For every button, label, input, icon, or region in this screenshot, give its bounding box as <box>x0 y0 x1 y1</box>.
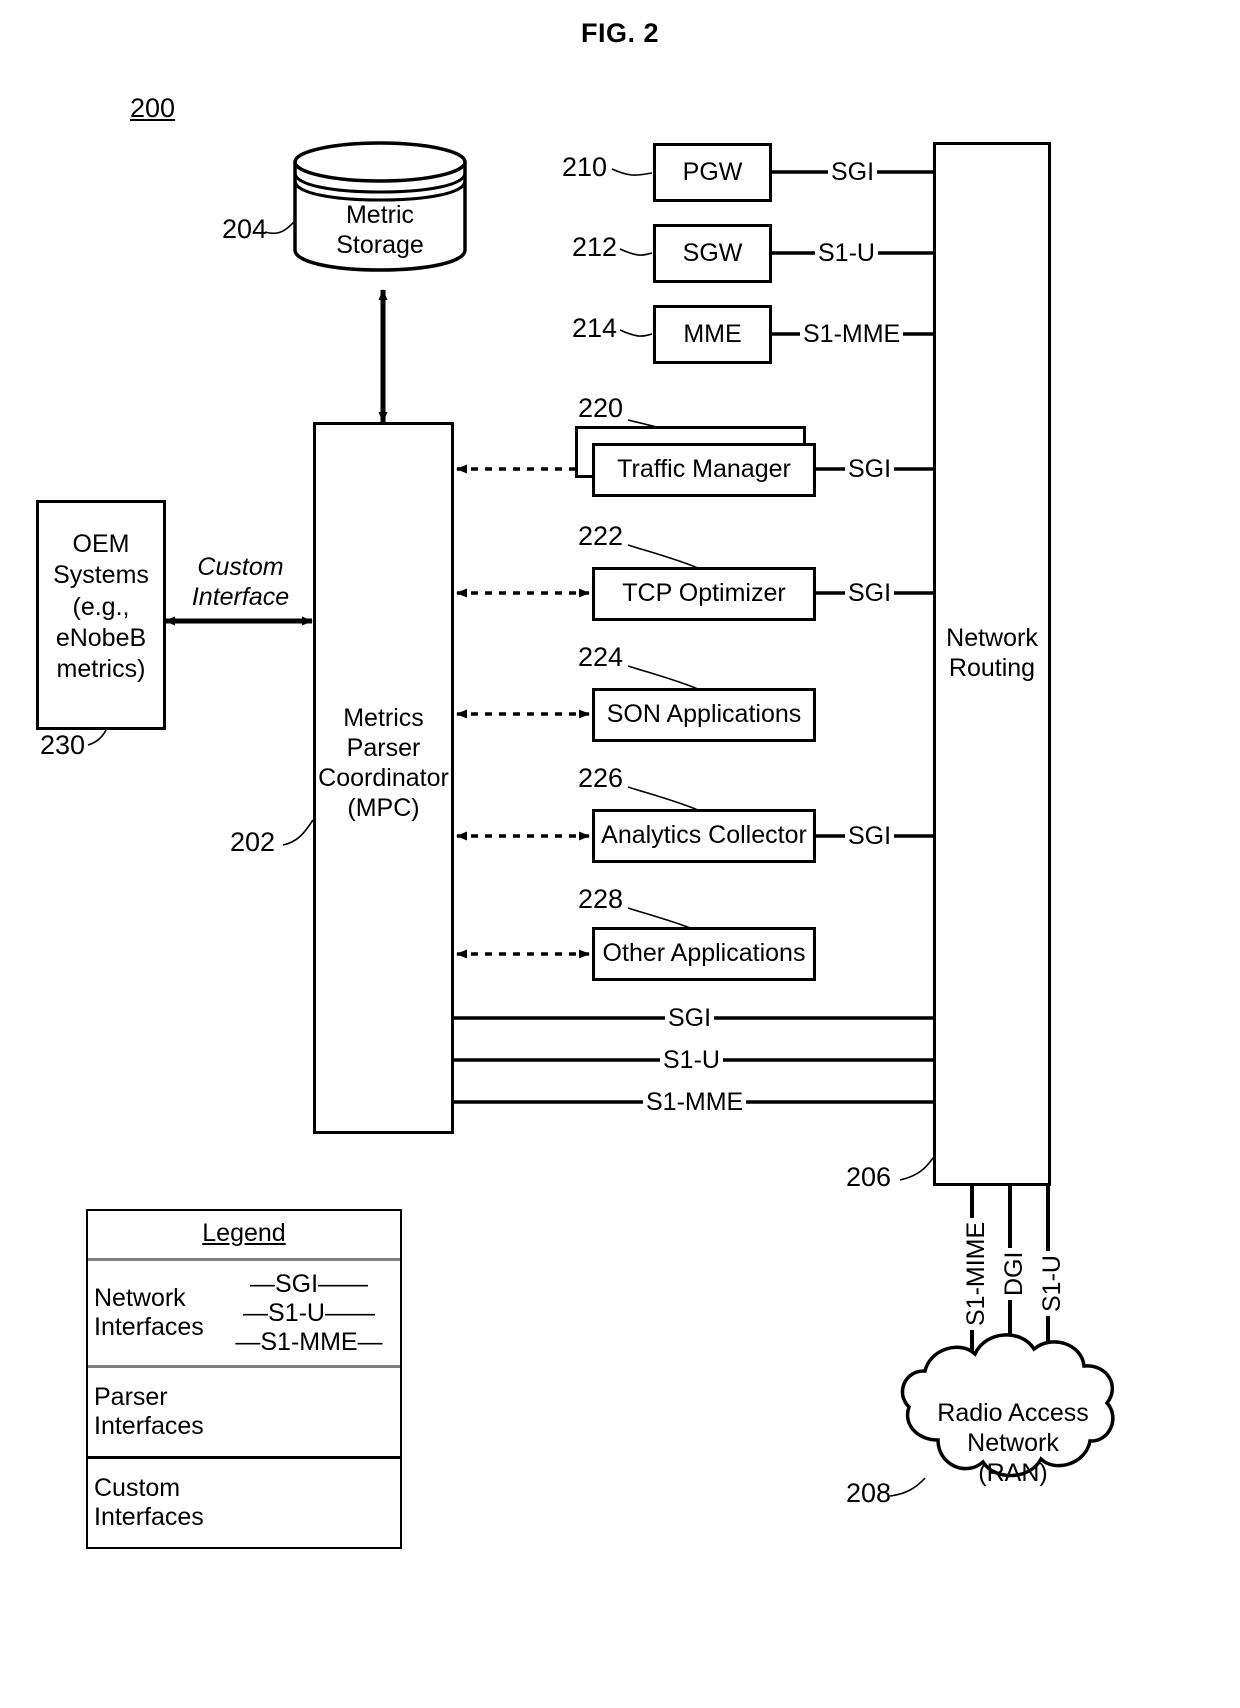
legend-sample-sgi: —SGI—— <box>249 1269 369 1298</box>
legend-title-text: Legend <box>202 1219 286 1247</box>
mme-box[interactable]: MME <box>653 305 772 364</box>
interface-label-ran-s1mime: S1-MIME <box>962 1217 991 1330</box>
mpc-label-line4: (MPC) <box>347 794 420 822</box>
figure-canvas: FIG. 2 200 Metric Storage 204 Metrics Pa… <box>0 0 1240 1708</box>
legend-row-network-interfaces-sample: —SGI—— —S1-U—— —S1-MME— <box>218 1262 400 1365</box>
leader-226 <box>627 786 701 812</box>
interface-label-sgw: S1-U <box>815 239 878 268</box>
metric-storage-label: Metric Storage <box>292 200 468 260</box>
reference-220: 220 <box>578 393 624 423</box>
leader-222 <box>627 544 701 570</box>
legend-network-name-line2: Interfaces <box>94 1313 204 1341</box>
custom-interface-label: Custom Interface <box>168 552 313 612</box>
analytics-collector-label: Analytics Collector <box>601 821 807 850</box>
son-applications-label: SON Applications <box>606 700 802 729</box>
oem-label-line4: eNobeB <box>55 623 147 652</box>
interface-label-traffic-manager: SGI <box>845 455 895 484</box>
interface-label-tcp-optimizer: SGI <box>845 579 895 608</box>
legend-sample-s1mme: —S1-MME— <box>235 1327 383 1356</box>
legend-row-parser-interfaces-sample <box>218 1404 400 1420</box>
ran-label-line2: Network <box>967 1429 1059 1457</box>
custom-interface-line2: Interface <box>191 583 290 611</box>
mme-label: MME <box>683 319 742 348</box>
pgw-label: PGW <box>682 157 743 186</box>
metric-storage-label-line1: Metric <box>345 201 415 229</box>
leader-224 <box>627 665 701 691</box>
pgw-box[interactable]: PGW <box>653 143 772 202</box>
interface-label-ran-s1u: S1-U <box>1038 1251 1067 1316</box>
interface-label-mpc-s1u: S1-U <box>660 1046 723 1075</box>
analytics-collector-box[interactable]: Analytics Collector <box>592 809 816 863</box>
leader-214 <box>619 329 653 337</box>
metrics-parser-coordinator-box[interactable]: Metrics Parser Coordinator (MPC) <box>313 422 454 1134</box>
legend: Legend Network Interfaces —SGI—— —S1-U——… <box>86 1209 402 1549</box>
legend-network-name-line1: Network <box>94 1284 186 1313</box>
reference-204: 204 <box>222 214 268 244</box>
oem-label-line3: (e.g., <box>72 592 130 621</box>
oem-label-line2: Systems <box>53 561 149 590</box>
sgw-box[interactable]: SGW <box>653 224 772 283</box>
interface-label-pgw: SGI <box>828 158 878 187</box>
traffic-manager-box[interactable]: Traffic Manager <box>592 443 816 497</box>
mpc-label-line1: Metrics <box>343 704 424 732</box>
legend-row-custom-interfaces-sample <box>218 1495 400 1511</box>
leader-210 <box>611 168 653 176</box>
reference-210: 210 <box>562 152 608 182</box>
tcp-optimizer-box[interactable]: TCP Optimizer <box>592 567 816 621</box>
network-routing-line2: Routing <box>948 654 1036 682</box>
reference-222: 222 <box>578 521 624 551</box>
legend-row-parser-interfaces-name: Parser Interfaces <box>88 1375 218 1449</box>
ran-label-line1: Radio Access <box>937 1399 1089 1427</box>
legend-row-custom-interfaces-name: Custom Interfaces <box>88 1466 218 1540</box>
mpc-label-line2: Parser <box>346 734 421 762</box>
legend-parser-name-line2: Interfaces <box>94 1412 204 1440</box>
network-routing-box[interactable]: Network Routing <box>933 142 1051 1186</box>
leader-202 <box>282 819 314 846</box>
legend-row-custom-interfaces: Custom Interfaces <box>88 1459 400 1547</box>
interface-label-ran-dgi: DGI <box>1000 1247 1029 1300</box>
metric-storage-label-line2: Storage <box>336 231 424 259</box>
reference-226: 226 <box>578 763 624 793</box>
other-applications-box[interactable]: Other Applications <box>592 927 816 981</box>
son-applications-box[interactable]: SON Applications <box>592 688 816 742</box>
interface-label-mpc-s1mme: S1-MME <box>643 1088 747 1117</box>
reference-224: 224 <box>578 642 624 672</box>
legend-row-parser-interfaces: Parser Interfaces <box>88 1368 400 1459</box>
interface-label-mpc-sgi: SGI <box>665 1004 715 1033</box>
reference-208: 208 <box>846 1478 892 1508</box>
legend-parser-name-line1: Parser <box>94 1383 168 1412</box>
mpc-label-line3: Coordinator <box>318 764 449 792</box>
ran-label-line3: (RAN) <box>978 1459 1048 1487</box>
leader-212 <box>619 248 653 256</box>
reference-202: 202 <box>230 827 276 857</box>
legend-sample-s1u: —S1-U—— <box>243 1298 375 1327</box>
legend-row-network-interfaces: Network Interfaces —SGI—— —S1-U—— —S1-MM… <box>88 1261 400 1368</box>
legend-row-network-interfaces-name: Network Interfaces <box>88 1276 218 1350</box>
oem-label-line5: metrics) <box>56 655 146 683</box>
oem-label-line1: OEM <box>72 530 130 558</box>
custom-interface-line1: Custom <box>197 553 284 581</box>
legend-custom-name-line1: Custom <box>94 1474 181 1503</box>
sgw-label: SGW <box>682 238 743 267</box>
legend-title: Legend <box>88 1211 400 1261</box>
reference-228: 228 <box>578 884 624 914</box>
tcp-optimizer-label: TCP Optimizer <box>622 579 786 608</box>
oem-systems-box[interactable]: OEM Systems (e.g., eNobeB metrics) <box>36 500 166 730</box>
reference-212: 212 <box>572 232 618 262</box>
interface-label-mme: S1-MME <box>800 320 904 349</box>
interface-label-analytics-collector: SGI <box>845 822 895 851</box>
ran-cloud-label: Radio Access Network (RAN) <box>918 1398 1108 1488</box>
reference-206: 206 <box>846 1162 892 1192</box>
reference-230: 230 <box>40 730 86 760</box>
legend-custom-name-line2: Interfaces <box>94 1503 204 1531</box>
traffic-manager-label: Traffic Manager <box>617 455 791 484</box>
leader-206 <box>899 1157 934 1181</box>
other-applications-label: Other Applications <box>602 939 806 968</box>
reference-214: 214 <box>572 313 618 343</box>
network-routing-line1: Network <box>946 624 1038 652</box>
leader-230 <box>87 729 107 746</box>
